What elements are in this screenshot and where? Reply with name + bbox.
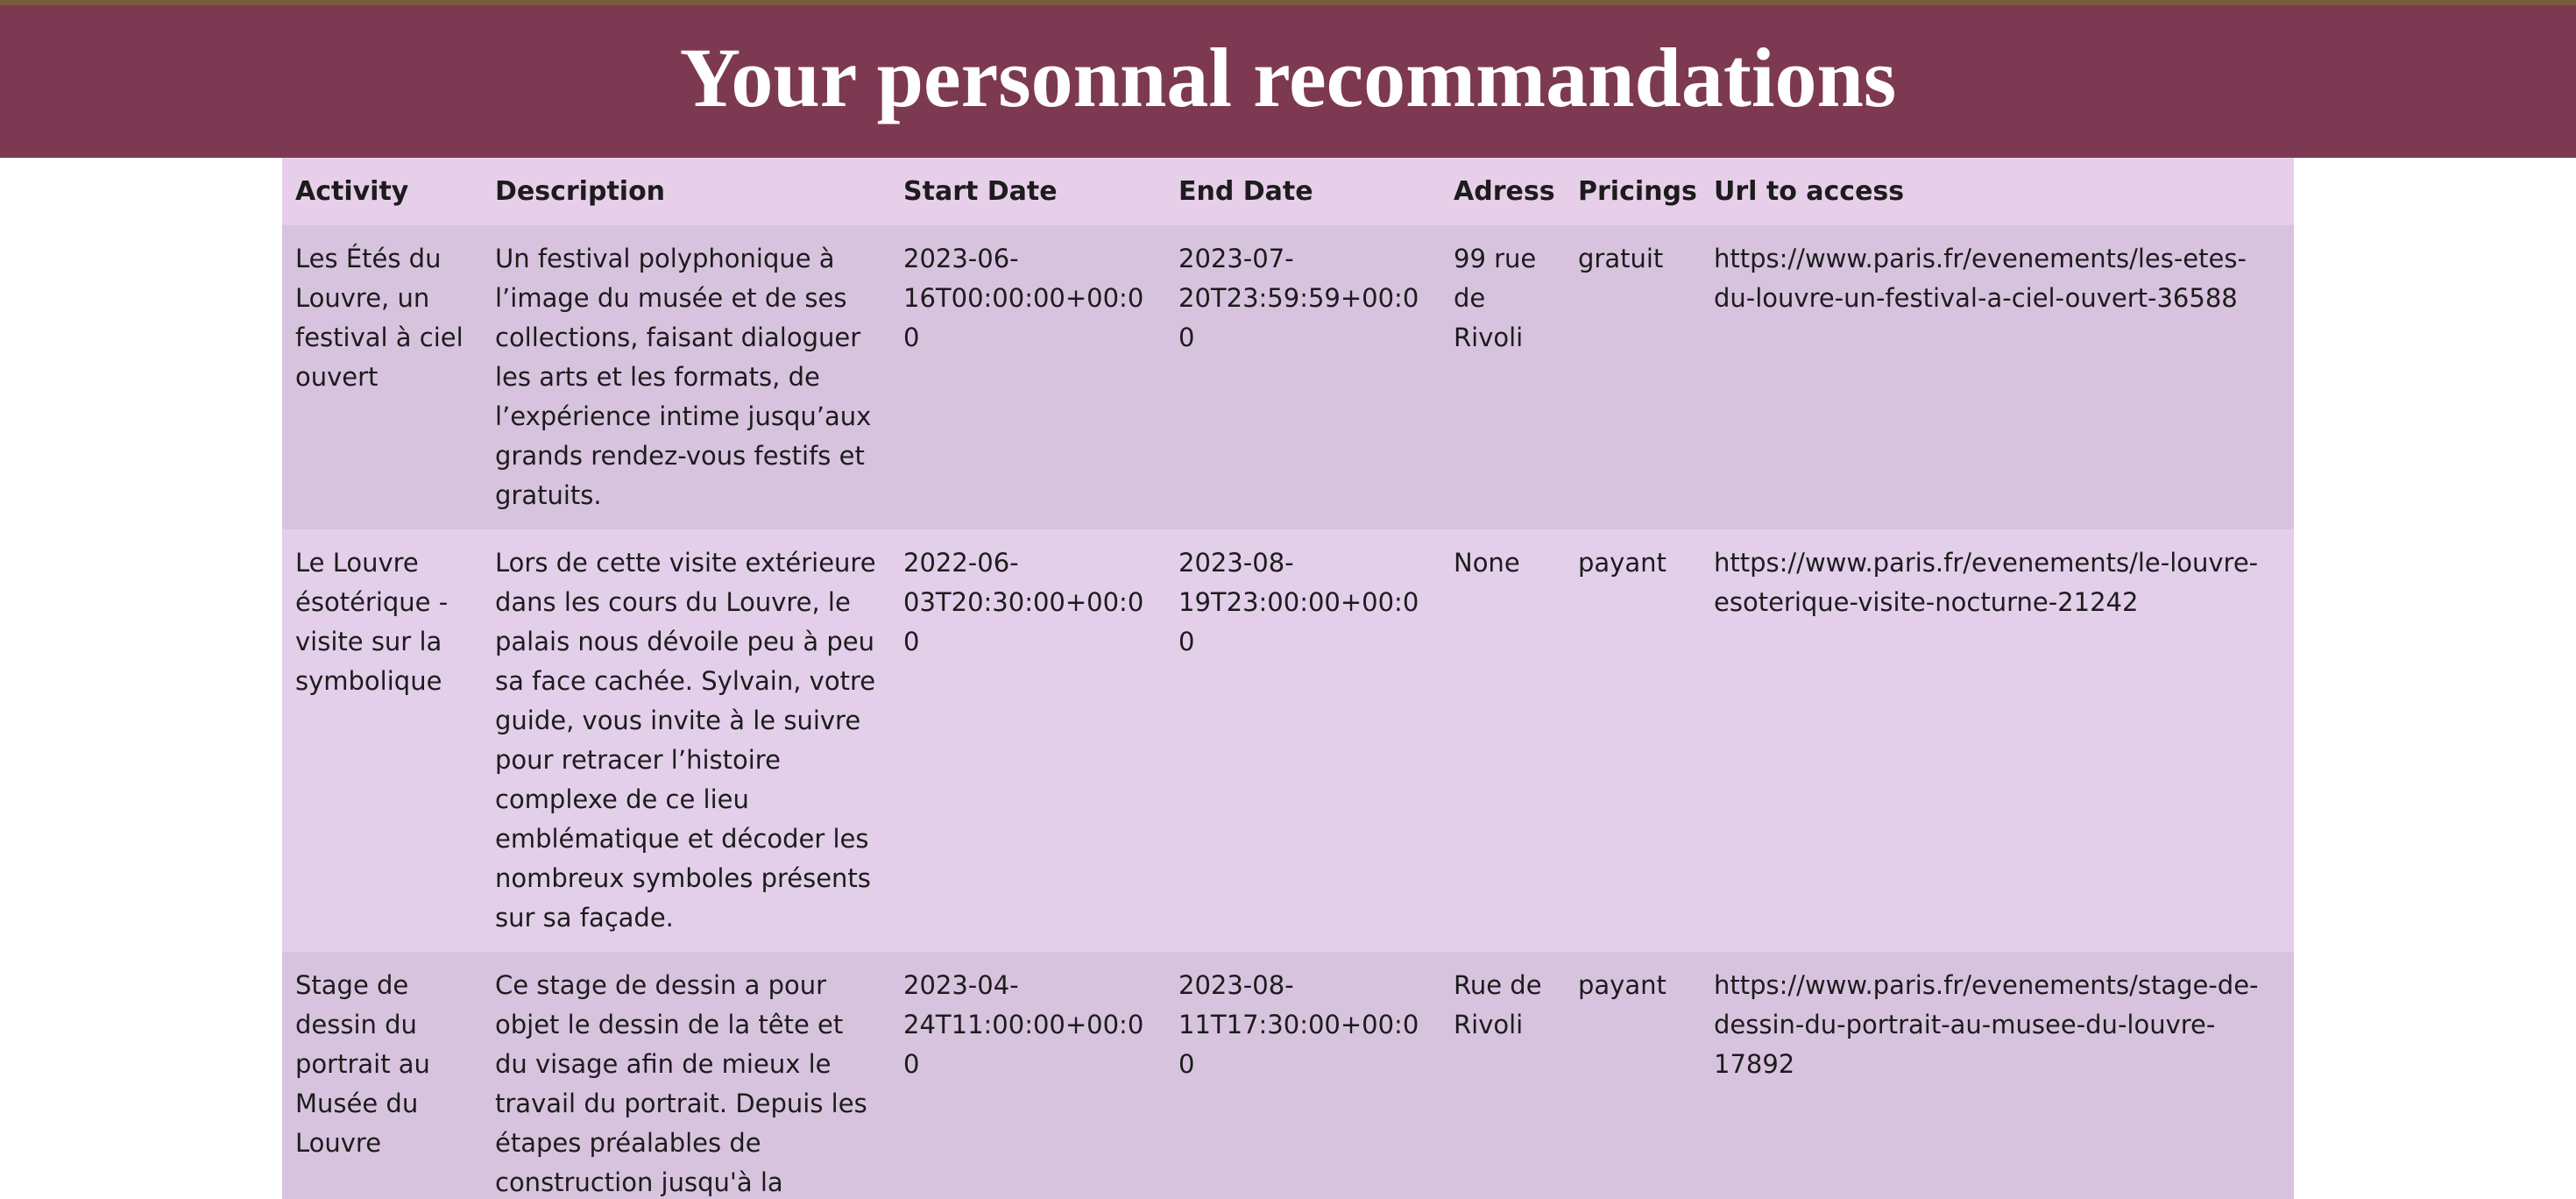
activity-cell: Stage de dessin du portrait au Musée du … bbox=[282, 952, 482, 1199]
address-cell: 99 rue de Rivoli bbox=[1440, 224, 1565, 529]
pricing-cell: payant bbox=[1565, 529, 1701, 952]
start-date-cell: 2023-04-24T11:00:00+00:00 bbox=[890, 952, 1165, 1199]
table-row: Le Louvre ésotérique - visite sur la sym… bbox=[282, 529, 2294, 952]
url-cell: https://www.paris.fr/evenements/les-etes… bbox=[1701, 224, 2294, 529]
address-cell: Rue de Rivoli bbox=[1440, 952, 1565, 1199]
activity-cell: Le Louvre ésotérique - visite sur la sym… bbox=[282, 529, 482, 952]
description-cell: Ce stage de dessin a pour objet le dessi… bbox=[482, 952, 890, 1199]
column-header-url: Url to access bbox=[1701, 158, 2294, 225]
description-cell: Lors de cette visite extérieure dans les… bbox=[482, 529, 890, 952]
column-header-description: Description bbox=[482, 158, 890, 225]
end-date-cell: 2023-07-20T23:59:59+00:00 bbox=[1165, 224, 1440, 529]
recommendations-table-container[interactable]: Activity Description Start Date End Date… bbox=[282, 158, 2294, 1199]
url-cell: https://www.paris.fr/evenements/stage-de… bbox=[1701, 952, 2294, 1199]
column-header-activity: Activity bbox=[282, 158, 482, 225]
description-cell: Un festival polyphonique à l’image du mu… bbox=[482, 224, 890, 529]
address-cell: None bbox=[1440, 529, 1565, 952]
table-row: Les Étés du Louvre, un festival à ciel o… bbox=[282, 224, 2294, 529]
end-date-cell: 2023-08-19T23:00:00+00:00 bbox=[1165, 529, 1440, 952]
recommendations-table: Activity Description Start Date End Date… bbox=[282, 158, 2294, 1199]
table-row: Stage de dessin du portrait au Musée du … bbox=[282, 952, 2294, 1199]
column-header-address: Adress bbox=[1440, 158, 1565, 225]
pricing-cell: gratuit bbox=[1565, 224, 1701, 529]
pricing-cell: payant bbox=[1565, 952, 1701, 1199]
column-header-start-date: Start Date bbox=[890, 158, 1165, 225]
column-header-end-date: End Date bbox=[1165, 158, 1440, 225]
url-cell: https://www.paris.fr/evenements/le-louvr… bbox=[1701, 529, 2294, 952]
column-header-pricing: Pricings bbox=[1565, 158, 1701, 225]
start-date-cell: 2022-06-03T20:30:00+00:00 bbox=[890, 529, 1165, 952]
table-header-row: Activity Description Start Date End Date… bbox=[282, 158, 2294, 225]
page-header: Your personnal recommandations bbox=[0, 0, 2576, 158]
page-title: Your personnal recommandations bbox=[679, 31, 1897, 124]
end-date-cell: 2023-08-11T17:30:00+00:00 bbox=[1165, 952, 1440, 1199]
activity-cell: Les Étés du Louvre, un festival à ciel o… bbox=[282, 224, 482, 529]
start-date-cell: 2023-06-16T00:00:00+00:00 bbox=[890, 224, 1165, 529]
